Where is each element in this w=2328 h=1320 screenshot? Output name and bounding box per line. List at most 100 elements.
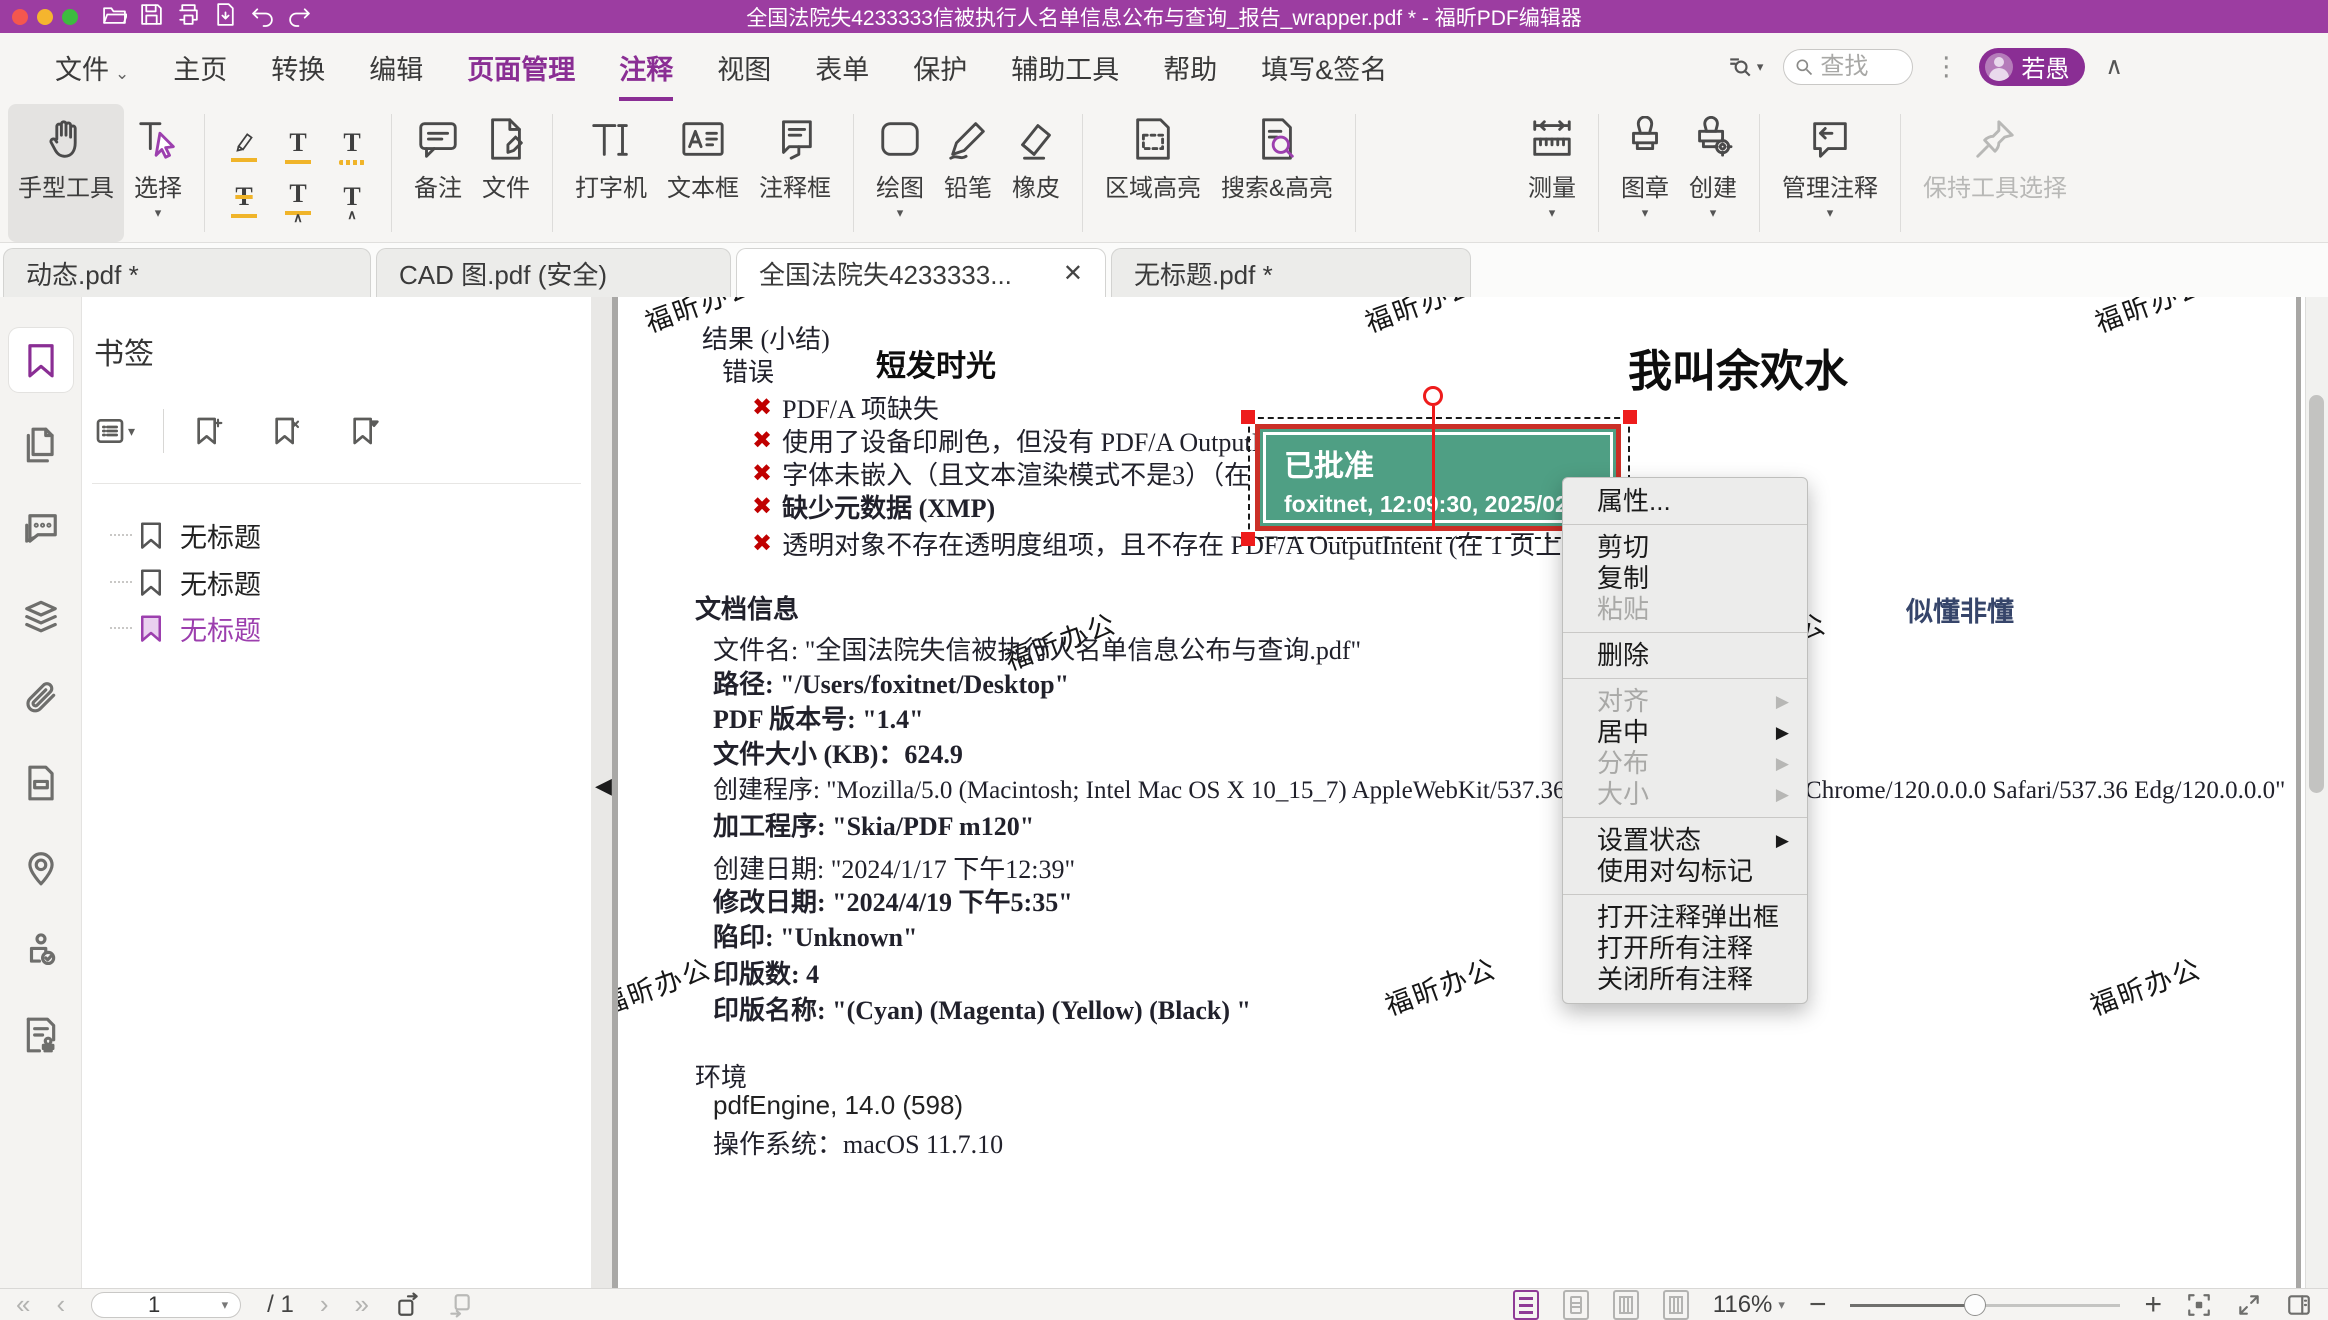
next-page-icon[interactable]: › (320, 1289, 329, 1320)
menu-edit[interactable]: 编辑 (369, 32, 423, 101)
user-account-button[interactable]: 若愚 (1979, 48, 2085, 86)
print-icon[interactable] (176, 2, 201, 32)
document-page[interactable]: 福昕办公 福昕办公 福昕办公 福昕办公 福昕办公 福昕办公 福昕办公 福昕办公 … (618, 297, 2328, 1288)
side-panel-icon[interactable] (2286, 1292, 2312, 1318)
menu-help[interactable]: 帮助 (1163, 32, 1217, 101)
area-highlight-button[interactable]: 区域高亮 (1095, 104, 1211, 242)
close-window-button[interactable] (12, 9, 28, 25)
save-icon[interactable] (139, 2, 164, 32)
bookmark-item[interactable]: 无标题 (110, 515, 261, 555)
menu-protect[interactable]: 保护 (913, 32, 967, 101)
digital-signature-panel-icon[interactable] (22, 931, 60, 969)
maximize-window-button[interactable] (62, 9, 78, 25)
facing-view-icon[interactable] (1613, 1290, 1639, 1320)
resize-handle-top-left[interactable] (1241, 410, 1255, 424)
page-thumbnails-icon[interactable] (22, 426, 60, 464)
context-menu-item-open-all-comments[interactable]: 打开所有注释 (1563, 933, 1807, 964)
first-page-icon[interactable]: « (16, 1289, 30, 1320)
context-menu-item-copy[interactable]: 复制 (1563, 563, 1807, 594)
menu-page-management[interactable]: 页面管理 (467, 32, 575, 101)
replace-text-tool-button[interactable]: T∧ (329, 176, 375, 224)
context-menu-item-set-status[interactable]: 设置状态▶ (1563, 825, 1807, 856)
file-attachment-button[interactable]: 文件 (472, 104, 540, 242)
fullscreen-icon[interactable] (2236, 1292, 2262, 1318)
squiggly-underline-tool-button[interactable]: T (329, 122, 375, 170)
next-view-icon[interactable] (447, 1292, 473, 1318)
bookmark-item[interactable]: 无标题 (110, 562, 261, 602)
add-bookmark-button[interactable] (192, 415, 224, 447)
collapse-ribbon-icon[interactable]: ∧ (2105, 52, 2123, 81)
context-menu-item-cut[interactable]: 剪切 (1563, 532, 1807, 563)
tab-untitled-pdf[interactable]: 无标题.pdf * (1111, 248, 1471, 297)
fit-page-icon[interactable] (2186, 1292, 2212, 1318)
vertical-scrollbar[interactable] (2305, 297, 2328, 1288)
layers-panel-icon[interactable] (22, 596, 60, 634)
bookmark-list-options-button[interactable]: ▾ (94, 415, 135, 447)
continuous-view-icon[interactable] (1513, 1290, 1539, 1320)
highlight-tool-button[interactable] (221, 122, 267, 170)
menu-comment[interactable]: 注释 (619, 32, 673, 101)
destinations-panel-icon[interactable] (22, 849, 60, 887)
form-fields-panel-icon[interactable] (22, 764, 60, 802)
create-stamp-button[interactable]: 创建 ▾ (1679, 104, 1747, 242)
page-number-box[interactable]: ▾ (91, 1292, 241, 1318)
tab-cad-pdf[interactable]: CAD 图.pdf (安全) (376, 248, 731, 297)
facing-continuous-view-icon[interactable] (1663, 1290, 1689, 1320)
bookmarks-panel-icon[interactable] (9, 328, 73, 392)
resize-handle-bottom-left[interactable] (1241, 532, 1255, 546)
redo-icon[interactable] (287, 2, 312, 32)
typewriter-button[interactable]: 打字机 (565, 104, 657, 242)
search-input[interactable] (1820, 53, 1890, 81)
context-menu-item-center[interactable]: 居中▶ (1563, 717, 1807, 748)
search-highlight-button[interactable]: 搜索&高亮 (1211, 104, 1343, 242)
comments-panel-icon[interactable] (22, 511, 60, 549)
minimize-window-button[interactable] (37, 9, 53, 25)
hand-tool-button[interactable]: 手型工具 (8, 104, 124, 242)
context-menu-item-close-all-comments[interactable]: 关闭所有注释 (1563, 964, 1807, 995)
collapse-panel-icon[interactable]: ◀ (595, 773, 612, 799)
export-page-icon[interactable] (213, 2, 238, 32)
single-page-view-icon[interactable] (1563, 1290, 1589, 1320)
resize-handle-top-right[interactable] (1623, 410, 1637, 424)
note-comment-button[interactable]: 备注 (404, 104, 472, 242)
stamp-button[interactable]: 图章 ▾ (1611, 104, 1679, 242)
last-page-icon[interactable]: » (355, 1289, 369, 1320)
callout-box-button[interactable]: 注释框 (749, 104, 841, 242)
stamps-panel-icon[interactable] (22, 1016, 60, 1054)
menu-home[interactable]: 主页 (173, 32, 227, 101)
zoom-slider[interactable] (1850, 1293, 2120, 1317)
previous-view-icon[interactable] (395, 1292, 421, 1318)
strikeout-tool-button[interactable]: T (221, 176, 267, 224)
menu-accessibility[interactable]: 辅助工具 (1011, 32, 1119, 101)
undo-icon[interactable] (250, 2, 275, 32)
underline-tool-button[interactable]: T (275, 122, 321, 170)
tab-active-document[interactable]: 全国法院失4233333... ✕ (736, 248, 1106, 297)
tab-dongtai-pdf[interactable]: 动态.pdf * (3, 248, 371, 297)
menu-file[interactable]: 文件⌄ (55, 32, 129, 101)
search-box[interactable] (1783, 49, 1913, 85)
manage-comments-button[interactable]: 管理注释 ▾ (1772, 104, 1888, 242)
page-number-input[interactable] (104, 1292, 204, 1318)
bookmark-item-selected[interactable]: 无标题 (110, 608, 261, 648)
pencil-button[interactable]: 铅笔 (934, 104, 1002, 242)
attachments-panel-icon[interactable] (22, 681, 60, 719)
menu-view[interactable]: 视图 (717, 32, 771, 101)
eraser-button[interactable]: 橡皮 (1002, 104, 1070, 242)
textbox-button[interactable]: 文本框 (657, 104, 749, 242)
insert-text-tool-button[interactable]: T∧ (275, 176, 321, 224)
close-tab-icon[interactable]: ✕ (1045, 259, 1083, 288)
find-replace-button[interactable]: ▾ (1727, 54, 1764, 80)
context-menu-item-properties[interactable]: 属性... (1563, 486, 1807, 517)
more-options-icon[interactable]: ⋮ (1933, 51, 1959, 82)
open-file-icon[interactable] (102, 2, 127, 32)
select-tool-button[interactable]: 选择 ▾ (124, 104, 192, 242)
draw-shapes-button[interactable]: 绘图 ▾ (866, 104, 934, 242)
menu-fill-sign[interactable]: 填写&签名 (1261, 32, 1387, 101)
zoom-in-icon[interactable]: + (2144, 1295, 2162, 1315)
zoom-level-button[interactable]: 116% ▾ (1713, 1291, 1785, 1319)
menu-form[interactable]: 表单 (815, 32, 869, 101)
rotate-handle[interactable] (1423, 386, 1443, 406)
panel-splitter[interactable]: ◀ (591, 297, 618, 1288)
context-menu-item-open-popup-note[interactable]: 打开注释弹出框 (1563, 902, 1807, 933)
menu-convert[interactable]: 转换 (271, 32, 325, 101)
